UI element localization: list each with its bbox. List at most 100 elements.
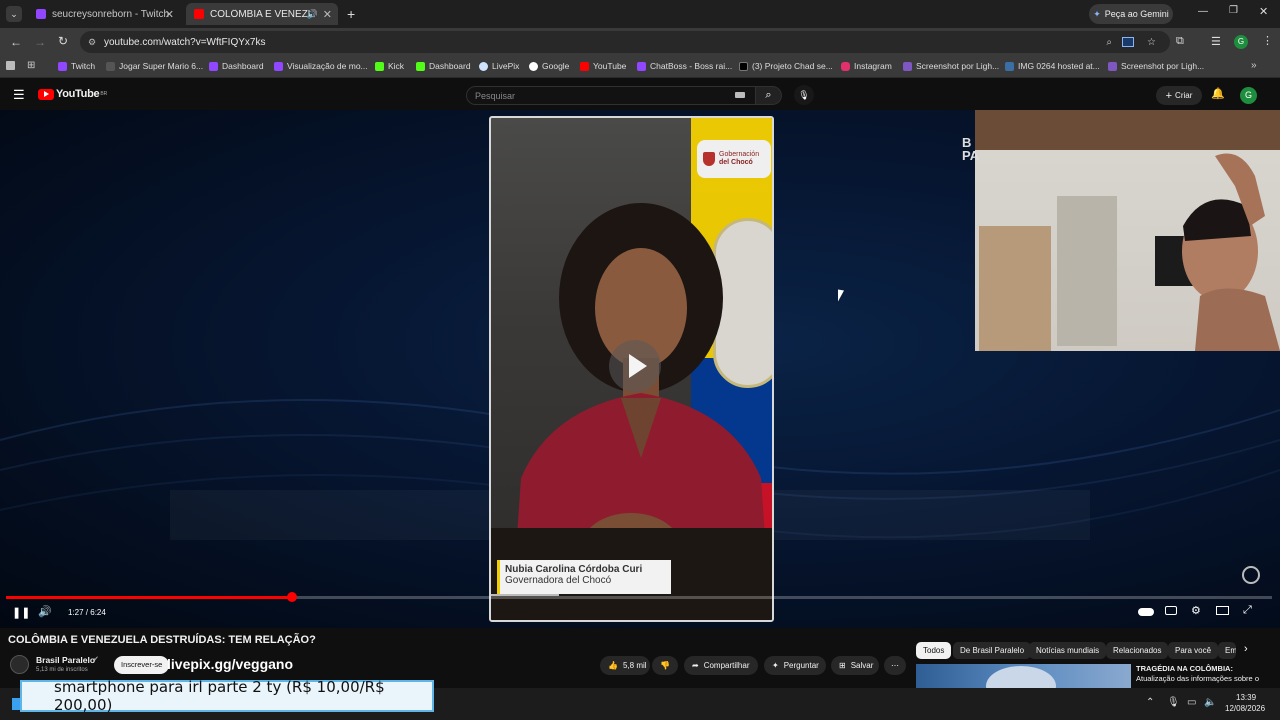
address-bar[interactable]: ⚙ youtube.com/watch?v=WftFIQYx7ks ⌕ ☆	[80, 31, 1170, 53]
grid-icon[interactable]: ⊞	[27, 60, 35, 71]
tab-label: seucreysonreborn - Twitch	[52, 8, 170, 20]
bookmark-img0264[interactable]: IMG 0264 hosted at...	[1005, 61, 1100, 71]
close-window-button[interactable]: ✕	[1259, 5, 1268, 18]
bookmark-screenshot-1[interactable]: Screenshot por Ligh...	[903, 61, 999, 71]
search-input[interactable]: Pesquisar	[466, 86, 756, 105]
taskbar-time[interactable]: 13:39	[1236, 693, 1256, 702]
youtube-icon	[194, 9, 204, 19]
dislike-button[interactable]: 👎	[652, 656, 678, 675]
bookmark-star-icon[interactable]: ☆	[1147, 37, 1156, 48]
forward-icon[interactable]: →	[34, 35, 46, 49]
bookmark-mario[interactable]: Jogar Super Mario 6...	[106, 61, 203, 71]
video-player[interactable]: Gobernación del Chocó Nubia Carolina Cór…	[0, 110, 1280, 628]
browser-menu-icon[interactable]: ⋮	[1262, 34, 1273, 47]
more-bookmarks-icon[interactable]: »	[1251, 60, 1257, 71]
taskbar-date[interactable]: 12/08/2026	[1225, 704, 1265, 713]
bookmark-youtube[interactable]: YouTube	[580, 61, 626, 71]
bookmark-twitch[interactable]: Twitch	[58, 61, 95, 71]
bookmark-dashboard-1[interactable]: Dashboard	[209, 61, 264, 71]
chip-para-voce[interactable]: Para você	[1168, 642, 1219, 659]
search-icon[interactable]: ⌕	[756, 86, 782, 105]
bookmark-kick[interactable]: Kick	[375, 61, 404, 71]
chip-de-brasil-paralelo[interactable]: De Brasil Paralelo	[953, 642, 1032, 659]
chip-todos[interactable]: Todos	[916, 642, 952, 659]
bookmark-projeto-chad[interactable]: (3) Projeto Chad se...	[739, 61, 833, 71]
maximize-button[interactable]: ❐	[1229, 5, 1238, 16]
autoplay-toggle[interactable]	[1138, 608, 1154, 616]
bookmark-dashboard-2[interactable]: Dashboard	[416, 61, 471, 71]
ask-button[interactable]: ✦ Perguntar	[764, 656, 826, 675]
minimize-button[interactable]: —	[1198, 6, 1208, 17]
microphone-icon[interactable]: 🎙	[794, 85, 814, 105]
zoom-icon[interactable]: ⌕	[1106, 37, 1112, 48]
video-progress-bar[interactable]	[6, 592, 1272, 602]
kick-icon	[416, 61, 425, 71]
channel-name[interactable]: Brasil Paralelo	[36, 655, 95, 665]
like-button[interactable]: 👍 5,8 mil	[600, 656, 650, 675]
subtitles-icon[interactable]	[1165, 606, 1177, 615]
notifications-bell-icon[interactable]: 🔔	[1211, 87, 1225, 100]
close-tab-icon[interactable]: ✕	[165, 8, 174, 21]
target-reticle-icon	[1242, 566, 1260, 584]
reading-list-icon[interactable]: ☰	[1211, 35, 1221, 48]
apps-icon[interactable]	[6, 61, 15, 70]
bookmark-label: ChatBoss - Boss rai...	[650, 61, 733, 71]
cast-icon[interactable]	[1122, 37, 1134, 47]
bookmark-label: Twitch	[71, 61, 96, 71]
more-actions-button[interactable]: ⋯	[884, 656, 906, 675]
tray-chevron-icon[interactable]: ⌃	[1146, 697, 1154, 708]
subscriber-count: 5,13 mi de inscritos	[36, 667, 88, 673]
account-avatar[interactable]: G	[1240, 87, 1257, 104]
reload-icon[interactable]: ↻	[58, 34, 68, 48]
share-button[interactable]: ➦ Compartilhar	[684, 656, 758, 675]
bookmark-livepix[interactable]: LivePix	[479, 61, 519, 71]
save-label: Salvar	[850, 661, 874, 670]
close-tab-icon[interactable]: ✕	[323, 8, 332, 21]
microphone-tray-icon[interactable]: 🎙	[1167, 697, 1180, 708]
gemini-button[interactable]: ✦ Peça ao Gemini	[1089, 4, 1173, 24]
streamer-figure	[1182, 153, 1280, 351]
browser-tab-youtube[interactable]: COLÔMBIA E VENEZUELA D 🔊 ✕	[186, 3, 338, 25]
bookmark-chatboss[interactable]: ChatBoss - Boss rai...	[637, 61, 732, 71]
more-icon: ⋯	[891, 661, 899, 670]
browser-tab-twitch[interactable]: seucreysonreborn - Twitch ✕	[28, 3, 180, 25]
keyboard-icon[interactable]	[735, 92, 745, 98]
bookmark-instagram[interactable]: Instagram	[841, 61, 892, 71]
network-icon[interactable]: ▭	[1187, 697, 1196, 708]
bookmark-label: (3) Projeto Chad se...	[752, 61, 833, 71]
chip-em[interactable]: Em	[1218, 642, 1236, 659]
pause-icon[interactable]: ❚❚	[12, 606, 30, 619]
related-title-line-1: TRAGÉDIA NA COLÔMBIA:	[1136, 664, 1233, 673]
play-overlay-icon[interactable]	[609, 340, 661, 392]
new-tab-button[interactable]: +	[347, 6, 355, 22]
chevron-right-icon[interactable]: ›	[1244, 643, 1248, 655]
chip-noticias-mundiais[interactable]: Notícias mundiais	[1029, 642, 1107, 659]
fullscreen-icon[interactable]: ⤢	[1243, 604, 1252, 617]
create-button[interactable]: + Criar	[1156, 86, 1202, 105]
theater-mode-icon[interactable]	[1216, 606, 1229, 615]
volume-icon[interactable]: 🔊	[38, 605, 52, 618]
subscribe-button[interactable]: Inscrever-se	[114, 656, 170, 674]
hamburger-menu-icon[interactable]: ☰	[13, 87, 25, 103]
site-info-icon[interactable]: ⚙	[88, 37, 96, 48]
extensions-icon[interactable]: ⧉	[1176, 35, 1184, 48]
chip-relacionados[interactable]: Relacionados	[1106, 642, 1169, 659]
bookmark-visualizacao[interactable]: Visualização de mo...	[274, 61, 368, 71]
bookmark-google[interactable]: Google	[529, 61, 569, 71]
speaker-tray-icon[interactable]: 🔈	[1204, 697, 1216, 708]
channel-avatar[interactable]	[10, 655, 29, 674]
youtube-logo[interactable]: YouTube BR	[38, 88, 107, 100]
tab-search-button[interactable]: ⌄	[6, 6, 22, 22]
audio-icon[interactable]: 🔊	[307, 9, 318, 20]
game-icon	[106, 61, 115, 71]
profile-avatar[interactable]: G	[1234, 35, 1248, 49]
instagram-icon	[841, 61, 850, 71]
save-button[interactable]: ⊞ Salvar	[831, 656, 879, 675]
related-video-thumbnail[interactable]	[916, 664, 1131, 688]
related-video-title[interactable]: TRAGÉDIA NA COLÔMBIA: Atualização das in…	[1136, 664, 1276, 684]
settings-gear-icon[interactable]: ⚙	[1191, 604, 1201, 617]
back-icon[interactable]: ←	[10, 35, 22, 49]
twitch-icon	[36, 9, 46, 19]
bookmark-screenshot-2[interactable]: Screenshot por Ligh...	[1108, 61, 1204, 71]
share-label: Compartilhar	[703, 661, 750, 670]
